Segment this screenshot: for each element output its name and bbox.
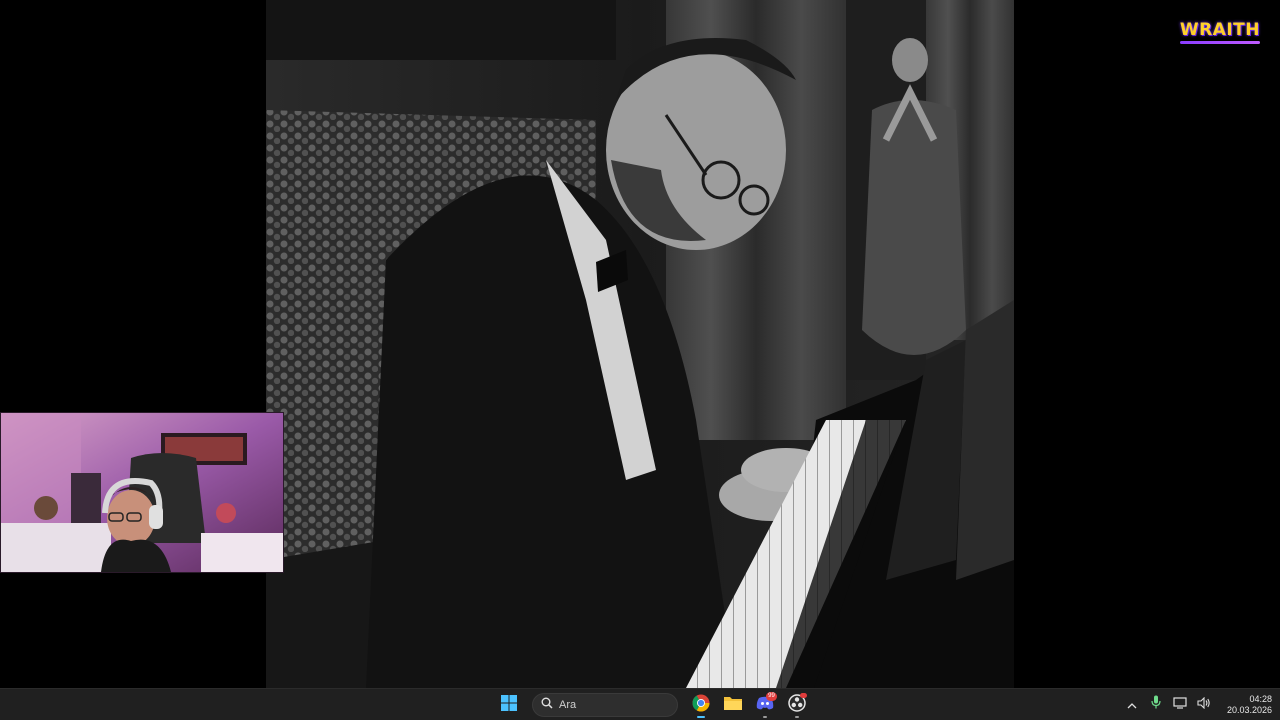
search-icon (541, 696, 553, 714)
speaker-icon (1197, 696, 1211, 714)
folder-icon (724, 695, 742, 716)
show-hidden-icons-button[interactable] (1125, 698, 1139, 712)
microphone-icon (1151, 695, 1161, 714)
brand-underline (1179, 41, 1260, 44)
taskbar-app-discord[interactable]: 99 (752, 692, 778, 718)
taskbar-center: Ara 99 (496, 692, 810, 718)
volume-button[interactable] (1197, 696, 1211, 714)
network-icon (1173, 696, 1187, 714)
running-indicator (763, 716, 767, 718)
brand-logo-text: WRAITH (1179, 20, 1260, 40)
system-tray: 04:28 20.03.2026 (1125, 689, 1272, 720)
taskbar: Ara 99 04:28 20.03.2026 (0, 688, 1280, 720)
active-indicator (697, 716, 705, 718)
taskbar-search[interactable]: Ara (532, 693, 678, 717)
network-button[interactable] (1173, 696, 1187, 714)
microphone-button[interactable] (1149, 695, 1163, 714)
brand-logo: WRAITH (1174, 18, 1266, 48)
recording-dot (800, 693, 807, 698)
chrome-icon (692, 694, 710, 717)
running-indicator (795, 716, 799, 718)
start-button[interactable] (496, 692, 522, 718)
taskbar-app-obs[interactable] (784, 692, 810, 718)
image-viewer: WRAITH (0, 0, 1280, 688)
search-placeholder: Ara (559, 699, 577, 711)
chevron-up-icon (1127, 696, 1137, 714)
piano-photo (266, 0, 1014, 688)
clock-date: 20.03.2026 (1226, 704, 1272, 715)
clock[interactable]: 04:28 20.03.2026 (1227, 694, 1272, 716)
windows-logo-icon (501, 694, 517, 716)
taskbar-app-chrome[interactable] (688, 692, 714, 718)
taskbar-app-file-explorer[interactable] (720, 692, 746, 718)
clock-time: 04:28 (1249, 693, 1272, 704)
notification-badge: 99 (766, 692, 777, 701)
webcam-overlay (0, 412, 284, 573)
